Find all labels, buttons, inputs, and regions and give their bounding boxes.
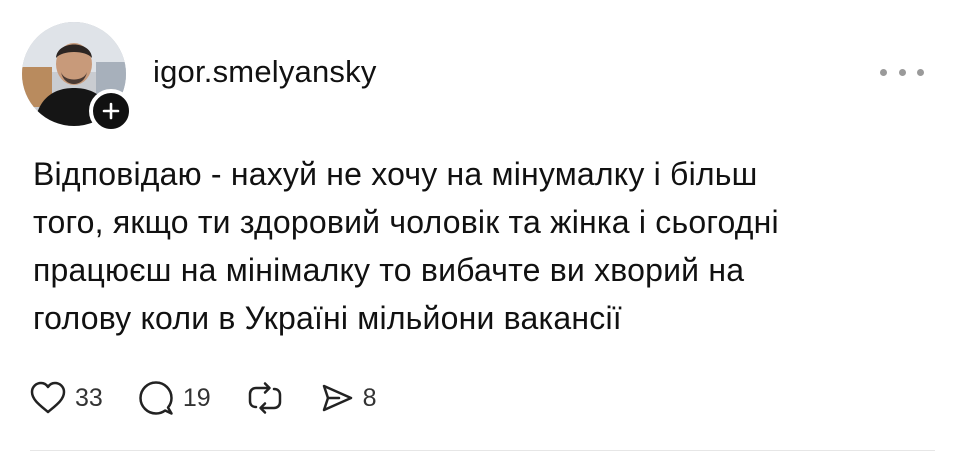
more-dots-icon [880, 68, 887, 76]
like-button[interactable]: 33 [29, 380, 103, 416]
plus-icon [102, 102, 120, 120]
username[interactable]: igor.smelyansky [153, 52, 377, 92]
thread-post: igor.smelyansky Відповідаю - нахуй не хо… [0, 0, 960, 462]
repost-icon [248, 382, 281, 414]
more-dots-icon [917, 68, 924, 76]
post-text: Відповідаю - нахуй не хочу на мінумалку … [33, 150, 933, 342]
reply-count: 19 [182, 384, 211, 412]
post-text-line: Відповідаю - нахуй не хочу на мінумалку … [33, 156, 758, 192]
heart-icon [30, 381, 66, 414]
more-options-button[interactable] [880, 62, 924, 82]
divider [30, 450, 935, 451]
share-count: 8 [362, 384, 377, 412]
like-count: 33 [75, 384, 103, 412]
reply-button[interactable]: 19 [137, 379, 211, 417]
post-text-line: працюєш на мінімалку то вибачте ви хвори… [33, 252, 745, 288]
more-dots-icon [898, 68, 906, 76]
comment-icon [139, 381, 173, 415]
post-actions: 33 19 8 [29, 376, 411, 420]
post-text-line: того, якщо ти здоровий чоловік та жінка … [33, 204, 779, 240]
avatar-group[interactable] [22, 22, 133, 133]
send-icon [322, 384, 352, 412]
share-button[interactable]: 8 [319, 380, 377, 416]
repost-button[interactable] [245, 380, 285, 416]
follow-button[interactable] [89, 89, 133, 133]
post-text-line: голову коли в Україні мільйони вакансії [33, 300, 622, 336]
